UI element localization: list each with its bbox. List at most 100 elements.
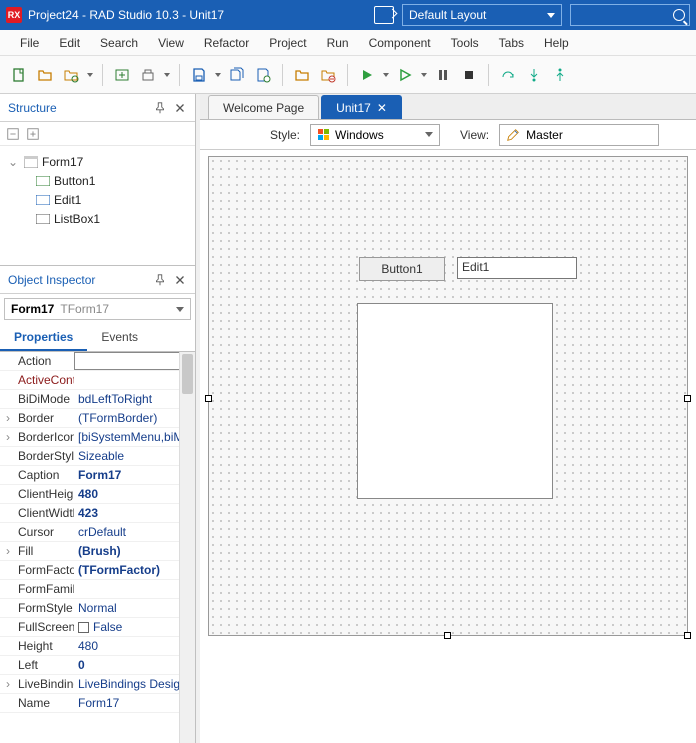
- property-value[interactable]: False: [74, 620, 195, 634]
- property-row[interactable]: Action: [0, 352, 195, 371]
- property-row[interactable]: ›LiveBindingsLiveBindings Designer: [0, 675, 195, 694]
- menu-view[interactable]: View: [148, 32, 194, 54]
- resize-handle[interactable]: [444, 632, 451, 639]
- close-icon[interactable]: [173, 273, 187, 287]
- tree-node[interactable]: ListBox1: [2, 209, 193, 228]
- menu-refactor[interactable]: Refactor: [194, 32, 259, 54]
- property-grid[interactable]: ActionActiveControlBiDiModebdLeftToRight…: [0, 352, 195, 743]
- inspector-instance-combo[interactable]: Form17 TForm17: [4, 298, 191, 320]
- menu-tools[interactable]: Tools: [441, 32, 489, 54]
- ide-search-input[interactable]: [570, 4, 690, 26]
- step-over-icon[interactable]: [497, 64, 519, 86]
- design-button1[interactable]: Button1: [359, 257, 445, 281]
- property-row[interactable]: CursorcrDefault: [0, 523, 195, 542]
- property-row[interactable]: FormFactor(TFormFactor): [0, 561, 195, 580]
- design-edit1[interactable]: Edit1: [457, 257, 577, 279]
- expand-icon[interactable]: ›: [0, 677, 16, 691]
- run-icon[interactable]: [356, 64, 378, 86]
- open-project-icon[interactable]: [60, 64, 82, 86]
- structure-tree[interactable]: ⌄ Form17 Button1Edit1ListBox1: [0, 146, 195, 266]
- layout-combo[interactable]: Default Layout: [402, 4, 562, 26]
- property-value[interactable]: Form17: [74, 696, 195, 710]
- stop-icon[interactable]: [458, 64, 480, 86]
- menu-edit[interactable]: Edit: [49, 32, 90, 54]
- view-combo[interactable]: Master: [499, 124, 659, 146]
- tree-expander[interactable]: ⌄: [6, 155, 20, 169]
- property-value[interactable]: crDefault: [74, 525, 195, 539]
- property-row[interactable]: ›Border(TFormBorder): [0, 409, 195, 428]
- menu-project[interactable]: Project: [259, 32, 316, 54]
- property-row[interactable]: FullScreenFalse: [0, 618, 195, 637]
- property-row[interactable]: NameForm17: [0, 694, 195, 713]
- pin-icon[interactable]: [153, 101, 167, 115]
- property-value[interactable]: [74, 352, 195, 370]
- step-into-icon[interactable]: [523, 64, 545, 86]
- open-dropdown[interactable]: [86, 73, 94, 77]
- property-value[interactable]: 423: [74, 506, 195, 520]
- menu-search[interactable]: Search: [90, 32, 148, 54]
- property-row[interactable]: ClientWidth423: [0, 504, 195, 523]
- add-form-icon[interactable]: [111, 64, 133, 86]
- expand-icon[interactable]: [6, 127, 20, 141]
- property-value[interactable]: (TFormBorder): [74, 411, 195, 425]
- open-file-icon[interactable]: [34, 64, 56, 86]
- property-value[interactable]: (Brush): [74, 544, 195, 558]
- property-row[interactable]: FormStyleNormal: [0, 599, 195, 618]
- pause-icon[interactable]: [432, 64, 454, 86]
- property-value[interactable]: Form17: [74, 468, 195, 482]
- property-row[interactable]: FormFamily: [0, 580, 195, 599]
- save-icon[interactable]: [188, 64, 210, 86]
- property-row[interactable]: BiDiModebdLeftToRight: [0, 390, 195, 409]
- expand-icon[interactable]: ›: [0, 430, 16, 444]
- property-value[interactable]: 0: [74, 658, 195, 672]
- tree-node-form[interactable]: ⌄ Form17: [2, 152, 193, 171]
- resize-handle[interactable]: [684, 632, 691, 639]
- property-row[interactable]: Height480: [0, 637, 195, 656]
- run-dropdown[interactable]: [382, 73, 390, 77]
- form-designer[interactable]: Button1 Edit1: [200, 150, 696, 743]
- editor-tab[interactable]: Welcome Page: [208, 95, 319, 119]
- property-value[interactable]: Normal: [74, 601, 195, 615]
- property-value[interactable]: 480: [74, 639, 195, 653]
- property-value[interactable]: Sizeable: [74, 449, 195, 463]
- property-row[interactable]: ClientHeight480: [0, 485, 195, 504]
- property-value[interactable]: LiveBindings Designer: [74, 677, 195, 691]
- desktop-layout-icon[interactable]: [374, 6, 394, 24]
- menu-file[interactable]: File: [10, 32, 49, 54]
- property-row[interactable]: CaptionForm17: [0, 466, 195, 485]
- property-row[interactable]: ›Fill(Brush): [0, 542, 195, 561]
- step-out-icon[interactable]: [549, 64, 571, 86]
- folder-remove-icon[interactable]: [317, 64, 339, 86]
- save-all-icon[interactable]: [226, 64, 248, 86]
- tree-node[interactable]: Edit1: [2, 190, 193, 209]
- menu-help[interactable]: Help: [534, 32, 579, 54]
- collapse-icon[interactable]: [26, 127, 40, 141]
- menu-tabs[interactable]: Tabs: [489, 32, 534, 54]
- design-surface[interactable]: Button1 Edit1: [208, 156, 688, 636]
- property-row[interactable]: BorderStyleSizeable: [0, 447, 195, 466]
- close-icon[interactable]: ✕: [377, 101, 387, 115]
- tab-events[interactable]: Events: [87, 324, 152, 351]
- build-dropdown[interactable]: [163, 73, 171, 77]
- save-dropdown[interactable]: [214, 73, 222, 77]
- property-value[interactable]: [biSystemMenu,biMinimize,biMaximize]: [74, 430, 195, 444]
- property-value[interactable]: 480: [74, 487, 195, 501]
- run-no-debug-icon[interactable]: [394, 64, 416, 86]
- tree-node[interactable]: Button1: [2, 171, 193, 190]
- property-value[interactable]: (TFormFactor): [74, 563, 195, 577]
- new-file-icon[interactable]: [8, 64, 30, 86]
- expand-icon[interactable]: ›: [0, 411, 16, 425]
- tab-properties[interactable]: Properties: [0, 324, 87, 351]
- scrollbar-thumb[interactable]: [182, 354, 193, 394]
- pin-icon[interactable]: [153, 273, 167, 287]
- expand-icon[interactable]: ›: [0, 544, 16, 558]
- menu-component[interactable]: Component: [359, 32, 441, 54]
- resize-handle[interactable]: [684, 395, 691, 402]
- scrollbar[interactable]: [179, 352, 195, 743]
- design-listbox1[interactable]: [357, 303, 553, 499]
- editor-tab[interactable]: Unit17✕: [321, 95, 402, 119]
- property-row[interactable]: ActiveControl: [0, 371, 195, 390]
- property-row[interactable]: ›BorderIcons[biSystemMenu,biMinimize,biM…: [0, 428, 195, 447]
- run-no-debug-dropdown[interactable]: [420, 73, 428, 77]
- menu-run[interactable]: Run: [317, 32, 359, 54]
